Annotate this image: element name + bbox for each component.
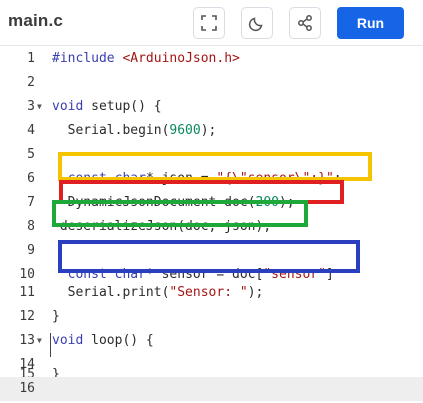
code-token: ; [333, 171, 342, 186]
code-editor[interactable]: 1 #include <ArduinoJson.h> 2 3 ▼ void se… [0, 45, 423, 403]
code-text: DynamicJsonDocument doc(200); [52, 191, 295, 215]
code-token: 200 [255, 195, 279, 210]
line-number: 12 [19, 309, 35, 324]
code-token: setup() { [83, 99, 162, 114]
line-number: 4 [27, 123, 35, 138]
code-token: * json = [145, 171, 217, 186]
code-token: "sensor" [263, 267, 326, 282]
fold-chevron-icon[interactable]: ▼ [37, 329, 42, 353]
code-token: char [114, 267, 146, 282]
code-line: 1 #include <ArduinoJson.h> [0, 47, 423, 71]
share-icon [298, 15, 312, 31]
line-number: 16 [19, 381, 35, 396]
dark-mode-button[interactable] [241, 7, 273, 39]
code-line: 4 Serial.begin(9600); [0, 119, 423, 143]
code-token: ] [325, 267, 334, 282]
code-line: 11 Serial.print("Sensor: "); [0, 281, 423, 305]
code-text: #include <ArduinoJson.h> [52, 47, 240, 71]
line-number: 1 [27, 51, 35, 66]
line-number: 11 [19, 285, 35, 300]
code-line: 2 [0, 71, 423, 95]
code-token: * sensor = doc[ [145, 267, 264, 282]
code-token: const [67, 267, 107, 282]
code-line: 6 const char* json = "{\"sensor\":}"; [0, 167, 423, 191]
code-token: Serial.print( [52, 285, 170, 300]
share-button[interactable] [289, 7, 321, 39]
code-line-active: 16 [0, 377, 423, 401]
code-line: 5 [0, 143, 423, 167]
file-tab-title[interactable]: main.c [8, 11, 63, 31]
code-token: void [52, 333, 84, 348]
line-number: 8 [27, 219, 35, 234]
line-number: 6 [27, 171, 35, 186]
code-text: void loop() { [52, 329, 154, 353]
code-line: 3 ▼ void setup() { [0, 95, 423, 119]
code-text: deserializeJson(doc, json); [52, 219, 272, 234]
code-token: ); [200, 123, 217, 138]
line-number: 3 [27, 99, 35, 114]
code-token: ); [278, 195, 295, 210]
code-line: 7 DynamicJsonDocument doc(200); [0, 191, 423, 215]
code-token: DynamicJsonDocument doc( [52, 195, 256, 210]
line-number: 5 [27, 147, 35, 162]
text-cursor [50, 333, 51, 357]
dark-mode-moon-icon [248, 17, 263, 32]
code-token: "{\"sensor\":}" [216, 171, 334, 186]
fullscreen-icon [201, 15, 217, 31]
code-token: void [52, 99, 84, 114]
line-number: 13 [19, 333, 35, 348]
code-token: Serial.begin( [52, 123, 170, 138]
code-text: Serial.begin(9600); [52, 119, 217, 143]
line-number: 9 [27, 243, 35, 258]
code-token: ); [247, 285, 264, 300]
code-line: 12 } [0, 305, 423, 329]
code-line: 8 deserializeJson(doc, json); [0, 215, 423, 239]
code-token: char [114, 171, 146, 186]
code-token: <ArduinoJson.h> [122, 51, 240, 66]
fold-chevron-icon[interactable]: ▼ [37, 95, 42, 119]
code-text: void setup() { [52, 95, 162, 119]
code-line: 9 [0, 239, 423, 263]
code-token: const [67, 171, 107, 186]
code-token: loop() { [83, 333, 154, 348]
editor-toolbar: main.c Run [0, 0, 423, 46]
code-line: 13 ▼ void loop() { [0, 329, 423, 353]
code-token: "Sensor: " [169, 285, 248, 300]
line-number: 2 [27, 75, 35, 90]
fullscreen-button[interactable] [193, 7, 225, 39]
code-text: Serial.print("Sensor: "); [52, 281, 264, 305]
code-token: #include [52, 51, 123, 66]
line-number: 7 [27, 195, 35, 210]
code-text: } [52, 309, 60, 324]
code-token: 9600 [169, 123, 201, 138]
run-button[interactable]: Run [337, 7, 404, 39]
code-text: const char* json = "{\"sensor\":}"; [52, 167, 342, 191]
